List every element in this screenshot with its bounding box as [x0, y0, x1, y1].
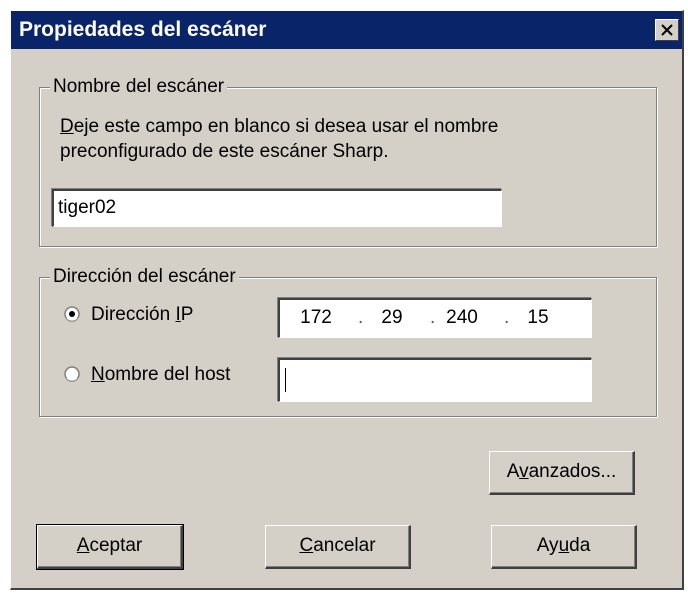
scanner-name-legend: Nombre del escáner — [50, 76, 228, 98]
hostname-label: Nombre del host — [91, 364, 231, 385]
ip-octet-2: 29 — [381, 307, 403, 328]
close-icon — [661, 24, 673, 36]
hostname-radio[interactable]: Nombre del host — [64, 364, 284, 388]
window-title: Propiedades del escáner — [19, 18, 267, 41]
ip-address-label: Dirección IP — [91, 304, 194, 325]
ip-separator: . — [430, 307, 436, 328]
ip-octet-4: 15 — [527, 307, 549, 328]
desc-mnemonic: D — [60, 116, 74, 137]
help-button[interactable]: Ayuda — [491, 525, 637, 569]
scanner-name-group: Nombre del escáner Deje este campo en bl… — [39, 76, 657, 247]
ip-address-radio[interactable]: Dirección IP — [64, 304, 264, 328]
scanner-address-group: Dirección del escáner Dirección IP 172 .… — [39, 266, 657, 417]
close-button[interactable] — [655, 19, 679, 41]
cancel-button[interactable]: Cancelar — [265, 525, 411, 569]
ok-button-label: Aceptar — [76, 535, 143, 556]
scanner-address-legend: Dirección del escáner — [50, 266, 239, 288]
help-button-label: Ayuda — [536, 535, 591, 556]
hostname-input[interactable] — [278, 358, 592, 402]
scanner-name-input[interactable]: tiger02 — [52, 189, 502, 227]
scanner-name-description: Deje este campo en blanco si desea usar … — [60, 114, 498, 164]
scanner-properties-dialog: Propiedades del escáner Nombre del escán… — [10, 10, 684, 590]
scanner-name-value: tiger02 — [58, 197, 117, 218]
ip-separator: . — [504, 307, 510, 328]
ip-octet-3: 240 — [446, 307, 478, 328]
radio-unselected-icon — [64, 366, 80, 382]
ip-octet-1: 172 — [300, 307, 332, 328]
ok-button[interactable]: Aceptar — [36, 524, 184, 570]
advanced-button-label: Avanzados... — [506, 461, 617, 482]
advanced-button[interactable]: Avanzados... — [489, 451, 635, 495]
title-bar[interactable]: Propiedades del escáner — [11, 11, 682, 49]
cancel-button-label: Cancelar — [299, 535, 376, 556]
desc-line1: eje este campo en blanco si desea usar e… — [73, 116, 499, 137]
desc-line2: preconfigurado de este escáner Sharp. — [60, 141, 389, 162]
text-cursor — [285, 368, 286, 392]
ip-address-input[interactable]: 172 . 29 . 240 . 15 — [278, 298, 592, 338]
radio-selected-icon — [64, 306, 80, 322]
ip-separator: . — [358, 307, 364, 328]
